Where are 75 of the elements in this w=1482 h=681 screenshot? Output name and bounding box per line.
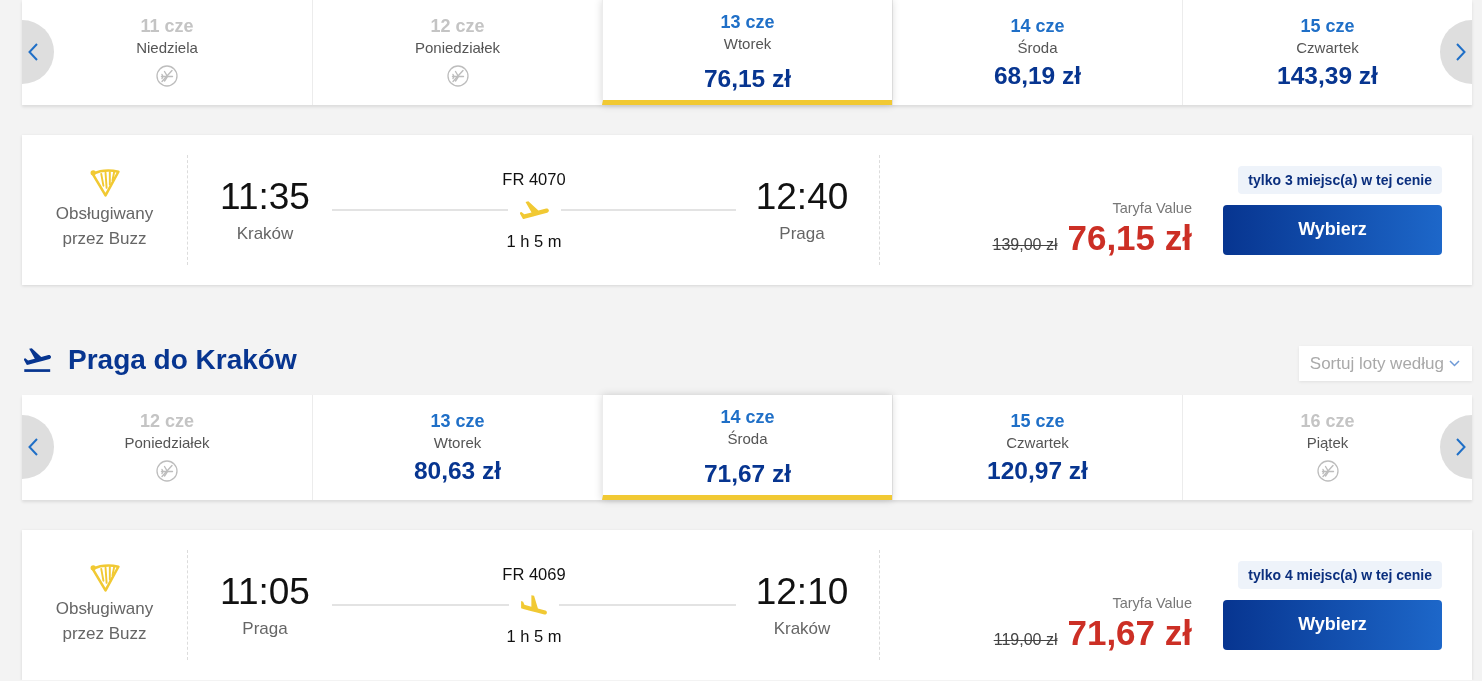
weekday-label: Wtorek bbox=[723, 34, 772, 54]
weekday-label: Niedziela bbox=[136, 38, 198, 58]
date-label: 13 cze bbox=[720, 12, 775, 32]
fare-name: Taryfa Value bbox=[1112, 594, 1192, 613]
select-button[interactable]: Wybierz bbox=[1223, 599, 1442, 650]
fare-price: 76,15 zł bbox=[703, 66, 792, 92]
no-flights-icon bbox=[1316, 460, 1339, 482]
date-tab[interactable]: 15 cze Czwartek 120,97 zł bbox=[892, 395, 1182, 500]
operator-text: Obsługiwany przez Buzz bbox=[54, 203, 155, 250]
flight-number: FR 4070 bbox=[502, 169, 566, 189]
plane-icon bbox=[519, 201, 549, 219]
original-price: 119,00 zł bbox=[993, 631, 1058, 649]
date-tab[interactable]: 13 cze Wtorek 80,63 zł bbox=[312, 395, 602, 500]
original-price: 139,00 zł bbox=[992, 236, 1058, 254]
plane-icon bbox=[521, 594, 547, 616]
harp-icon bbox=[89, 564, 120, 592]
chevron-down-icon bbox=[1449, 360, 1460, 367]
select-button[interactable]: Wybierz bbox=[1223, 204, 1442, 255]
date-label: 12 cze bbox=[139, 411, 194, 431]
fare-price: 80,63 zł bbox=[413, 458, 502, 484]
weekday-label: Środa bbox=[1017, 38, 1058, 58]
weekday-label: Poniedziałek bbox=[414, 38, 501, 58]
arrival-time: 12:40 bbox=[755, 176, 849, 217]
weekday-label: Piątek bbox=[1306, 433, 1349, 453]
arrival-time: 12:10 bbox=[755, 571, 849, 612]
date-label: 14 cze bbox=[720, 407, 775, 427]
arrival-city: Praga bbox=[779, 223, 825, 244]
flight-duration: 1 h 5 m bbox=[506, 231, 562, 251]
date-tab[interactable]: 13 cze Wtorek 76,15 zł bbox=[602, 0, 892, 105]
flight-number: FR 4069 bbox=[502, 564, 566, 584]
harp-icon bbox=[89, 169, 120, 197]
chevron-right-icon bbox=[1456, 43, 1466, 61]
date-label: 15 cze bbox=[1300, 16, 1355, 36]
plane-icon bbox=[24, 348, 51, 372]
chevron-left-icon bbox=[28, 438, 38, 456]
flight-duration: 1 h 5 m bbox=[506, 626, 562, 646]
fare-price: 120,97 zł bbox=[987, 458, 1088, 484]
weekday-label: Wtorek bbox=[433, 433, 482, 453]
date-tab[interactable]: 14 cze Środa 71,67 zł bbox=[602, 395, 892, 500]
route-title: Praga do Kraków bbox=[68, 344, 297, 376]
fare-name: Taryfa Value bbox=[1112, 199, 1192, 218]
fare-price: 143,39 zł bbox=[1277, 63, 1378, 89]
date-label: 11 cze bbox=[140, 16, 194, 36]
fare-price: 71,67 zł bbox=[1067, 613, 1192, 653]
date-label: 15 cze bbox=[1010, 411, 1065, 431]
fare-price: 71,67 zł bbox=[703, 461, 792, 487]
no-flights-icon bbox=[156, 65, 178, 87]
chevron-right-icon bbox=[1456, 438, 1466, 456]
operator-text: Obsługiwany przez Buzz bbox=[54, 598, 155, 645]
date-tab[interactable]: 11 cze Niedziela bbox=[54, 0, 312, 105]
departure-time: 11:35 bbox=[220, 176, 310, 217]
date-tab[interactable]: 12 cze Poniedziałek bbox=[312, 0, 602, 105]
date-tab[interactable]: 16 cze Piątek bbox=[1182, 395, 1440, 500]
weekday-label: Poniedziałek bbox=[124, 433, 210, 453]
date-tab[interactable]: 14 cze Środa 68,19 zł bbox=[892, 0, 1182, 105]
no-flights-icon bbox=[156, 460, 178, 482]
departure-time: 11:05 bbox=[220, 571, 310, 612]
fare-price: 76,15 zł bbox=[1067, 218, 1192, 258]
no-flights-icon bbox=[446, 65, 469, 87]
date-label: 16 cze bbox=[1300, 411, 1355, 431]
departure-city: Kraków bbox=[236, 223, 294, 244]
seats-badge: tylko 4 miejsc(a) w tej cenie bbox=[1238, 560, 1442, 589]
date-label: 13 cze bbox=[430, 411, 485, 431]
chevron-left-icon bbox=[28, 43, 38, 61]
weekday-label: Czwartek bbox=[1006, 433, 1069, 453]
date-label: 14 cze bbox=[1010, 16, 1065, 36]
weekday-label: Środa bbox=[727, 429, 768, 449]
arrival-city: Kraków bbox=[773, 618, 831, 639]
date-tab[interactable]: 15 cze Czwartek 143,39 zł bbox=[1182, 0, 1440, 105]
date-tab[interactable]: 12 cze Poniedziałek bbox=[54, 395, 312, 500]
departure-city: Praga bbox=[242, 618, 288, 639]
date-label: 12 cze bbox=[430, 16, 485, 36]
fare-price: 68,19 zł bbox=[993, 63, 1082, 89]
seats-badge: tylko 3 miejsc(a) w tej cenie bbox=[1238, 165, 1442, 194]
weekday-label: Czwartek bbox=[1296, 38, 1359, 58]
